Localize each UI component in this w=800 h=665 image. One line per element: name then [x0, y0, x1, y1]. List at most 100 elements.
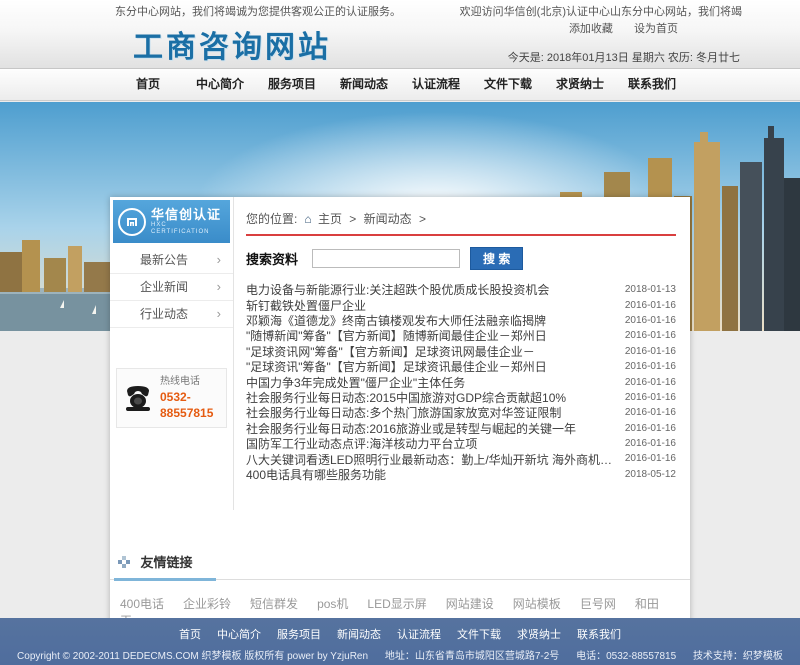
footer-nav-item[interactable]: 文件下载: [457, 629, 501, 641]
nav-item[interactable]: 首页: [112, 69, 184, 100]
footer-support: 技术支持：织梦模板: [693, 651, 783, 662]
breadcrumb-prefix: 您的位置:: [246, 212, 297, 226]
news-title-link[interactable]: 社会服务行业每日动态:2016旅游业或是转型与崛起的关键一年: [246, 421, 576, 436]
news-title-link[interactable]: 社会服务行业每日动态:2015中国旅游对GDP综合贡献超10%: [246, 390, 566, 405]
sidebar-menu-label: 行业动态: [140, 307, 188, 321]
nav-item[interactable]: 新闻动态: [328, 69, 400, 100]
main-content-box: 华信创认证 HXC CERTIFICATION ›最新公告›企业新闻›行业动态 …: [110, 197, 690, 651]
sidebar-menu: › 最新公告 › 企业新闻 › 行业动态: [110, 247, 233, 328]
friend-link[interactable]: LED显示屏: [367, 597, 426, 611]
news-title-link[interactable]: "随博新闻"筹备"【官方新闻】随博新闻最佳企业－郑州日: [246, 328, 547, 343]
breadcrumb-separator: >: [419, 212, 426, 226]
news-row: 社会服务行业每日动态:2015中国旅游对GDP综合贡献超10% 2016-01-1…: [246, 390, 676, 405]
search-input[interactable]: [312, 249, 460, 268]
news-date: 2016-01-16: [625, 407, 676, 418]
breadcrumb-current-link[interactable]: 新闻动态: [364, 212, 412, 226]
add-favorite-link[interactable]: 添加收藏: [569, 23, 613, 35]
footer-nav: 首页 中心简介 服务项目 新闻动态 认证流程 文件下载 求贤纳士 联系我们: [0, 618, 800, 642]
news-row: 八大关键词看透LED照明行业最新动态：勤上/华灿开新坑 海外商机来袭2016-0…: [246, 451, 676, 466]
news-date: 2016-01-16: [625, 392, 676, 403]
nav-item[interactable]: 认证流程: [400, 69, 472, 100]
content-area: 您的位置: ⌂ 主页 > 新闻动态 > 搜索资料 搜 索 电力设备与新能源行业:关…: [234, 197, 690, 510]
friend-link[interactable]: 短信群发: [250, 597, 298, 611]
friend-link[interactable]: 400电话: [120, 597, 164, 611]
news-date: 2016-01-16: [625, 315, 676, 326]
news-date: 2016-01-16: [625, 361, 676, 372]
set-homepage-link[interactable]: 设为首页: [634, 23, 678, 35]
footer-nav-item[interactable]: 求贤纳士: [517, 629, 561, 641]
news-title-link[interactable]: 400电话具有哪些服务功能: [246, 467, 386, 482]
friend-link[interactable]: 网站模板: [513, 597, 561, 611]
certification-logo-icon: [118, 208, 146, 236]
news-date: 2018-05-12: [625, 469, 676, 480]
nav-item[interactable]: 联系我们: [616, 69, 688, 100]
search-label: 搜索资料: [246, 249, 298, 268]
news-title-link[interactable]: 国防军工行业动态点评:海洋核动力平台立项: [246, 436, 477, 451]
news-row: "足球资讯网"筹备"【官方新闻】足球资讯网最佳企业－ 2016-01-16: [246, 344, 676, 359]
footer-nav-item[interactable]: 联系我们: [577, 629, 621, 641]
chevron-right-icon: ›: [217, 301, 221, 327]
news-title-link[interactable]: 电力设备与新能源行业:关注超跌个股优质成长股投资机会: [246, 282, 549, 297]
news-title-link[interactable]: 八大关键词看透LED照明行业最新动态：勤上/华灿开新坑 海外商机来袭: [246, 451, 615, 466]
news-date: 2016-01-16: [625, 438, 676, 449]
news-row: 社会服务行业每日动态:多个热门旅游国家放宽对华签证限制 2016-01-16: [246, 405, 676, 420]
blocks-icon: [118, 556, 130, 568]
copyright-text: Copyright © 2002-2011 DEDECMS.COM 织梦模板 版…: [17, 651, 368, 662]
news-title-link[interactable]: 社会服务行业每日动态:多个热门旅游国家放宽对华签证限制: [246, 405, 561, 420]
search-button[interactable]: 搜 索: [470, 247, 523, 270]
news-title-link[interactable]: "足球资讯网"筹备"【官方新闻】足球资讯网最佳企业－: [246, 344, 535, 359]
breadcrumb-home-link[interactable]: 主页: [318, 212, 342, 226]
breadcrumb-separator: >: [349, 212, 356, 226]
news-date: 2016-01-16: [625, 346, 676, 357]
footer-nav-item[interactable]: 首页: [179, 629, 201, 641]
footer: 首页 中心简介 服务项目 新闻动态 认证流程 文件下载 求贤纳士 联系我们 Copyright…: [0, 618, 800, 665]
friend-link[interactable]: 巨号网: [580, 597, 616, 611]
chevron-right-icon: ›: [217, 247, 221, 273]
certification-logo-text: 华信创认证 HXC CERTIFICATION: [151, 208, 225, 235]
chevron-right-icon: ›: [217, 274, 221, 300]
footer-nav-item[interactable]: 认证流程: [397, 629, 441, 641]
footer-nav-item[interactable]: 新闻动态: [337, 629, 381, 641]
sidebar: 华信创认证 HXC CERTIFICATION ›最新公告›企业新闻›行业动态 …: [110, 197, 234, 510]
search-bar: 搜索资料 搜 索: [246, 247, 676, 270]
hotline-label: 热线电话: [160, 375, 222, 389]
header: 东分中心网站，我们将竭诚为您提供客观公正的认证服务。 欢迎访问华信创(北京)认证…: [0, 0, 800, 68]
hotline-text: 热线电话 0532-88557815: [160, 375, 222, 421]
links-underline: [114, 578, 216, 581]
news-title-link[interactable]: 邓颖海《道德龙》终南古镇楼观发布大师任法融亲临揭牌: [246, 313, 546, 328]
nav-item[interactable]: 服务项目: [256, 69, 328, 100]
footer-nav-item[interactable]: 中心简介: [217, 629, 261, 641]
news-date: 2018-01-13: [625, 284, 676, 295]
news-row: 中国力争3年完成处置"僵尸企业"主体任务 2016-01-16: [246, 374, 676, 389]
friend-link[interactable]: 企业彩铃: [183, 597, 231, 611]
news-title-link[interactable]: 中国力争3年完成处置"僵尸企业"主体任务: [246, 374, 465, 389]
news-row: 400电话具有哪些服务功能 2018-05-12: [246, 467, 676, 482]
telephone-icon: [121, 383, 155, 413]
news-row: 邓颖海《道德龙》终南古镇楼观发布大师任法融亲临揭牌 2016-01-16: [246, 313, 676, 328]
breadcrumb: 您的位置: ⌂ 主页 > 新闻动态 >: [246, 210, 676, 227]
home-icon: ⌂: [304, 212, 311, 226]
footer-nav-item[interactable]: 服务项目: [277, 629, 321, 641]
news-row: 斩钉截铁处置僵尸企业2016-01-16: [246, 297, 676, 312]
announcement-marquee: 东分中心网站，我们将竭诚为您提供客观公正的认证服务。: [115, 3, 401, 19]
sidebar-menu-item[interactable]: › 行业动态: [110, 301, 233, 328]
sidebar-menu-item[interactable]: › 企业新闻: [110, 274, 233, 301]
news-row: "随博新闻"筹备"【官方新闻】随博新闻最佳企业－郑州日 2016-01-16: [246, 328, 676, 343]
sidebar-menu-label: 最新公告: [140, 253, 188, 267]
nav-item[interactable]: 中心简介: [184, 69, 256, 100]
friend-link[interactable]: 网站建设: [446, 597, 494, 611]
welcome-text: 欢迎访问华信创(北京)认证中心山东分中心网站，我们将竭: [460, 3, 742, 19]
certification-logo: 华信创认证 HXC CERTIFICATION: [113, 200, 230, 243]
sidebar-menu-label: 企业新闻: [140, 280, 188, 294]
news-title-link[interactable]: "足球资讯"筹备"【官方新闻】足球资讯最佳企业－郑州日: [246, 359, 547, 374]
footer-address: 地址：山东省青岛市城阳区营城路7-2号: [385, 651, 559, 662]
red-divider: [246, 234, 676, 236]
logo-title: 华信创认证: [151, 208, 225, 222]
friend-link[interactable]: pos机: [317, 597, 348, 611]
news-title-link[interactable]: 斩钉截铁处置僵尸企业: [246, 297, 366, 312]
nav-item[interactable]: 文件下载: [472, 69, 544, 100]
nav-item[interactable]: 求贤纳士: [544, 69, 616, 100]
sidebar-menu-item[interactable]: › 最新公告: [110, 247, 233, 274]
news-date: 2016-01-16: [625, 330, 676, 341]
news-date: 2016-01-16: [625, 377, 676, 388]
